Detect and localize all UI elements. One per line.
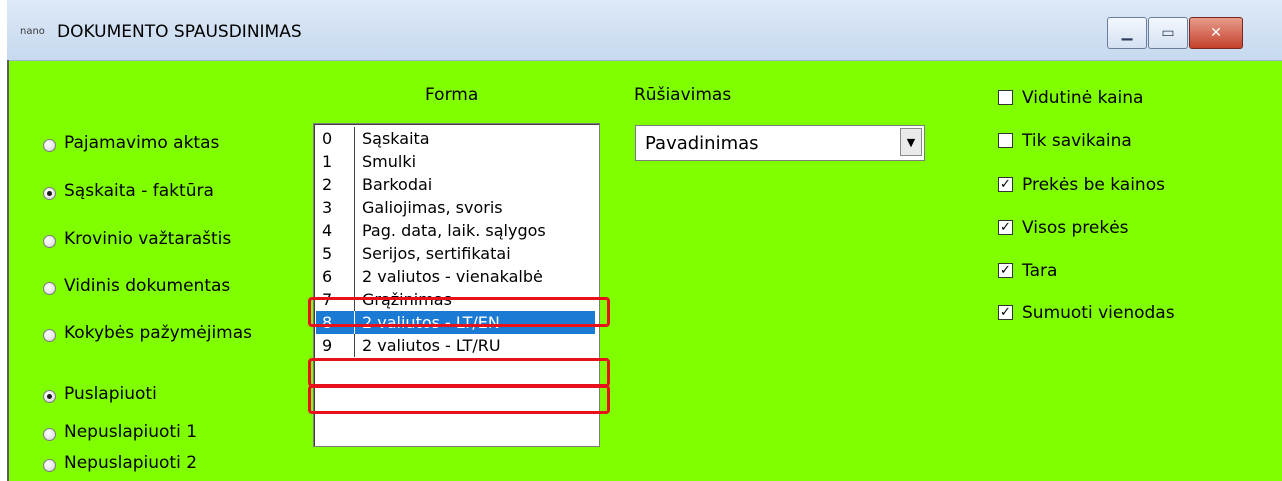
minimize-icon: ▁: [1121, 25, 1133, 41]
option-checkbox-4[interactable]: ✓: [998, 263, 1013, 278]
doc-type-label-4[interactable]: Kokybės pažymėjimas: [64, 323, 252, 343]
option-label-0[interactable]: Vidutinė kaina: [1022, 88, 1143, 108]
option-label-2[interactable]: Prekės be kainos: [1022, 175, 1165, 195]
option-label-5[interactable]: Sumuoti vienodas: [1022, 303, 1175, 323]
forma-item-num: 3: [322, 198, 333, 217]
close-button[interactable]: ✕: [1189, 17, 1243, 49]
sorting-heading: Rūšiavimas: [634, 85, 732, 105]
forma-column-divider: [354, 196, 355, 219]
highlight-box-row-8: [308, 358, 610, 387]
forma-item-num: 5: [322, 244, 333, 263]
highlight-box-row-9: [308, 385, 610, 414]
doc-type-radio-0[interactable]: [43, 139, 56, 152]
app-icon: nano: [20, 26, 45, 37]
forma-item-1[interactable]: 1 Smulki: [316, 150, 595, 173]
forma-item-5[interactable]: 5 Serijos, sertifikatai: [316, 242, 595, 265]
doc-type-label-3[interactable]: Vidinis dokumentas: [64, 276, 230, 296]
forma-item-4[interactable]: 4 Pag. data, laik. sąlygos: [316, 219, 595, 242]
sorting-value: Pavadinimas: [645, 133, 759, 154]
doc-type-radio-3[interactable]: [43, 282, 56, 295]
paging-label-2[interactable]: Nepuslapiuoti 2: [64, 453, 197, 473]
maximize-button[interactable]: ▭: [1148, 17, 1188, 49]
forma-item-2[interactable]: 2 Barkodai: [316, 173, 595, 196]
paging-label-1[interactable]: Nepuslapiuoti 1: [64, 422, 197, 442]
sorting-dropdown-button[interactable]: ▼: [900, 128, 922, 156]
forma-item-num: 1: [322, 152, 333, 171]
forma-item-label: Barkodai: [362, 175, 433, 194]
window-title: DOKUMENTO SPAUSDINIMAS: [57, 22, 302, 42]
close-icon: ✕: [1210, 25, 1222, 41]
sorting-combobox[interactable]: Pavadinimas ▼: [635, 125, 925, 161]
forma-item-6[interactable]: 6 2 valiutos - vienakalbė: [316, 265, 595, 288]
forma-item-3[interactable]: 3 Galiojimas, svoris: [316, 196, 595, 219]
doc-type-radio-4[interactable]: [43, 329, 56, 342]
forma-item-num: 9: [322, 336, 333, 355]
checkmark-icon: ✓: [1000, 263, 1011, 278]
forma-item-num: 4: [322, 221, 333, 240]
doc-type-label-0[interactable]: Pajamavimo aktas: [64, 133, 219, 153]
paging-radio-1[interactable]: [43, 428, 56, 441]
forma-column-divider: [354, 173, 355, 196]
forma-column-divider: [354, 219, 355, 242]
doc-type-label-2[interactable]: Krovinio važtaraštis: [64, 229, 231, 249]
paging-label-0[interactable]: Puslapiuoti: [64, 384, 157, 404]
forma-item-num: 6: [322, 267, 333, 286]
forma-column-divider: [354, 150, 355, 173]
option-checkbox-3[interactable]: ✓: [998, 220, 1013, 235]
paging-radio-2[interactable]: [43, 459, 56, 472]
checkmark-icon: ✓: [1000, 305, 1011, 320]
forma-column-divider: [354, 334, 355, 357]
maximize-icon: ▭: [1161, 25, 1175, 41]
forma-heading: Forma: [425, 85, 479, 105]
option-label-1[interactable]: Tik savikaina: [1022, 131, 1132, 151]
forma-item-label: Serijos, sertifikatai: [362, 244, 511, 263]
print-dialog-window: nano DOKUMENTO SPAUSDINIMAS ▁ ▭ ✕ Pajama…: [7, 0, 1282, 481]
forma-item-label: Pag. data, laik. sąlygos: [362, 221, 546, 240]
forma-item-num: 0: [322, 129, 333, 148]
doc-type-radio-1[interactable]: [43, 187, 56, 200]
forma-column-divider: [354, 242, 355, 265]
option-checkbox-5[interactable]: ✓: [998, 305, 1013, 320]
doc-type-radio-2[interactable]: [43, 235, 56, 248]
chevron-down-icon: ▼: [906, 135, 916, 149]
forma-item-label: Smulki: [362, 152, 417, 171]
highlight-box-row-6: [308, 297, 610, 327]
forma-item-label: 2 valiutos - vienakalbė: [362, 267, 543, 286]
option-checkbox-1[interactable]: [998, 133, 1013, 148]
checkmark-icon: ✓: [1000, 177, 1011, 192]
paging-radio-0[interactable]: [43, 390, 56, 403]
title-bar[interactable]: nano DOKUMENTO SPAUSDINIMAS ▁ ▭ ✕: [7, 0, 1282, 61]
forma-item-label: Galiojimas, svoris: [362, 198, 503, 217]
forma-column-divider: [354, 265, 355, 288]
dialog-content: Pajamavimo aktas Sąskaita - faktūra Krov…: [7, 61, 1282, 481]
minimize-button[interactable]: ▁: [1107, 17, 1147, 49]
forma-item-0[interactable]: 0 Sąskaita: [316, 127, 595, 150]
checkmark-icon: ✓: [1000, 220, 1011, 235]
doc-type-label-1[interactable]: Sąskaita - faktūra: [64, 181, 214, 201]
forma-item-9[interactable]: 9 2 valiutos - LT/RU: [316, 334, 595, 357]
forma-item-label: Sąskaita: [362, 129, 430, 148]
option-label-4[interactable]: Tara: [1022, 261, 1057, 281]
forma-item-label: 2 valiutos - LT/RU: [362, 336, 501, 355]
forma-item-num: 2: [322, 175, 333, 194]
forma-column-divider: [354, 127, 355, 150]
option-checkbox-0[interactable]: [998, 90, 1013, 105]
option-label-3[interactable]: Visos prekės: [1022, 218, 1129, 238]
option-checkbox-2[interactable]: ✓: [998, 177, 1013, 192]
